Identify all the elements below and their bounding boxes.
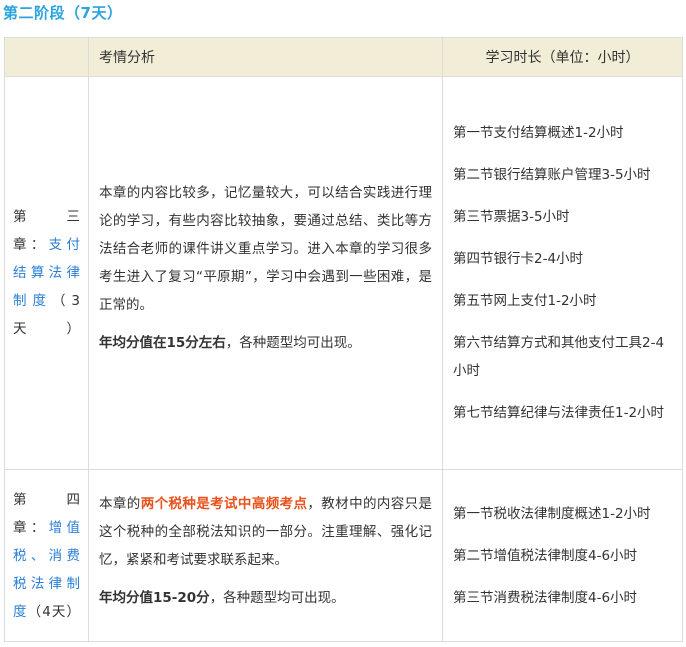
chapter-cell: 第 三 章：支付结算法律制度（3天） bbox=[4, 76, 94, 470]
analysis-highlight: 两个税种是考试中高频考点 bbox=[140, 495, 308, 512]
list-item: 第五节网上支付1-2小时 bbox=[453, 293, 597, 309]
score-rest: ，各种题型均可出现。 bbox=[209, 589, 345, 606]
list-item: 第三节消费税法律制度4-6小时 bbox=[453, 589, 638, 606]
score-bold: 年均分值在15分左右 bbox=[99, 335, 226, 351]
header-chapter bbox=[4, 37, 89, 77]
analysis-text: 本章的内容比较多，记忆量较大，可以结合实践进行理论的学习，有些内容比较抽象，要通… bbox=[99, 185, 432, 313]
header-analysis: 考情分析 bbox=[88, 37, 443, 77]
list-item: 第二节增值税法律制度4-6小时 bbox=[453, 547, 638, 564]
analysis-pre: 本章的 bbox=[99, 495, 141, 512]
duration-cell: 第一节税收法律制度概述1-2小时 第二节增值税法律制度4-6小时 第三节消费税法… bbox=[442, 469, 683, 642]
analysis-cell: 本章的两个税种是考试中高频考点，教材中的内容只是这个税种的全部税法知识的一部分。… bbox=[88, 469, 443, 642]
list-item: 第四节银行卡2-4小时 bbox=[453, 251, 584, 267]
list-item: 第一节税收法律制度概述1-2小时 bbox=[453, 505, 651, 522]
study-plan-table: 考情分析 学习时长（单位：小时） 第 三 章：支付结算法律制度（3天） 本章的内… bbox=[4, 37, 683, 642]
list-item: 第一节支付结算概述1-2小时 bbox=[453, 125, 624, 141]
score-line: 年均分值15-20分，各种题型均可出现。 bbox=[99, 584, 432, 612]
chapter-days: （4天） bbox=[27, 603, 81, 620]
score-rest: ，各种题型均可出现。 bbox=[225, 335, 361, 351]
table-header-row: 考情分析 学习时长（单位：小时） bbox=[4, 37, 683, 77]
list-item: 第二节银行结算账户管理3-5小时 bbox=[453, 167, 651, 183]
table-row: 第 四 章：增值税、消费税法律制度（4天） 本章的两个税种是考试中高频考点，教材… bbox=[4, 469, 683, 642]
chapter-cell: 第 四 章：增值税、消费税法律制度（4天） bbox=[4, 469, 94, 642]
list-item: 第三节票据3-5小时 bbox=[453, 209, 570, 225]
table-row: 第 三 章：支付结算法律制度（3天） 本章的内容比较多，记忆量较大，可以结合实践… bbox=[4, 76, 683, 470]
list-item: 第七节结算纪律与法律责任1-2小时 bbox=[453, 405, 665, 421]
analysis-text: 本章的两个税种是考试中高频考点，教材中的内容只是这个税种的全部税法知识的一部分。… bbox=[99, 490, 432, 574]
analysis-cell: 本章的内容比较多，记忆量较大，可以结合实践进行理论的学习，有些内容比较抽象，要通… bbox=[88, 76, 443, 470]
score-bold: 年均分值15-20分 bbox=[99, 589, 210, 606]
score-line: 年均分值在15分左右，各种题型均可出现。 bbox=[99, 329, 432, 357]
stage-title: 第二阶段（7天） bbox=[3, 4, 123, 22]
list-item: 第六节结算方式和其他支付工具2-4小时 bbox=[453, 335, 665, 379]
duration-cell: 第一节支付结算概述1-2小时 第二节银行结算账户管理3-5小时 第三节票据3-5… bbox=[442, 76, 683, 470]
header-duration: 学习时长（单位：小时） bbox=[442, 37, 683, 77]
